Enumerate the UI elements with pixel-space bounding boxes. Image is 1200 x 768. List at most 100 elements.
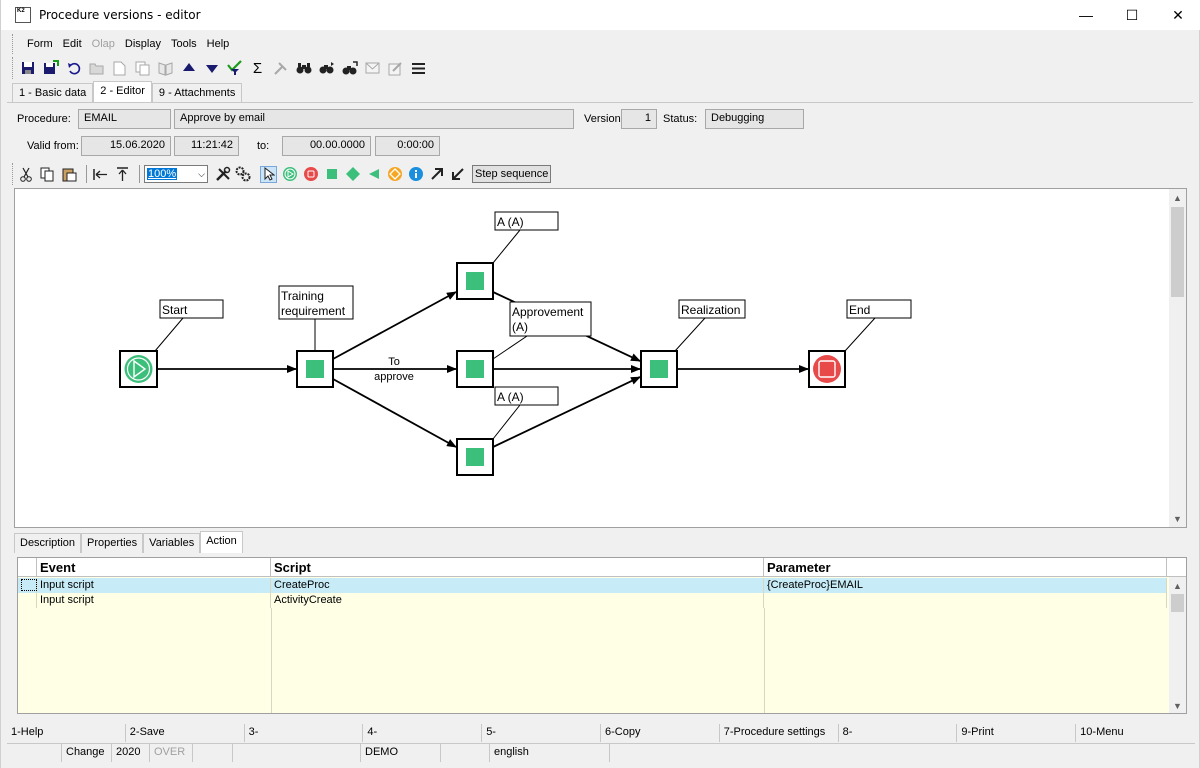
grid-scroll-down-icon[interactable]: ▼ xyxy=(1169,697,1186,713)
fkey-help[interactable]: 1-Help xyxy=(7,724,126,742)
a-bottom-callout[interactable]: A (A) xyxy=(494,386,559,406)
approvement-node[interactable] xyxy=(456,350,494,388)
tab-basic-data[interactable]: 1 - Basic data xyxy=(12,83,94,103)
align-top-icon[interactable] xyxy=(114,166,131,183)
row-event[interactable]: Input script xyxy=(37,578,271,593)
canvas-scrollbar[interactable]: ▲ ▼ xyxy=(1169,189,1186,527)
start-callout[interactable]: Start xyxy=(159,299,224,319)
table-row[interactable]: Input script CreateProc {CreateProc}EMAI… xyxy=(18,578,1167,593)
tab-action[interactable]: Action xyxy=(200,531,243,553)
decision-tool-icon[interactable] xyxy=(344,166,361,183)
save-close-icon[interactable] xyxy=(42,60,59,77)
start-node[interactable] xyxy=(119,350,158,388)
scroll-up-icon[interactable]: ▲ xyxy=(1169,189,1186,206)
a-bottom-node[interactable] xyxy=(456,438,494,476)
procedure-name-field[interactable]: Approve by email xyxy=(174,109,574,129)
fkey-5[interactable]: 5- xyxy=(482,724,601,742)
training-node[interactable] xyxy=(296,350,334,388)
copy-icon[interactable] xyxy=(39,166,56,183)
info-tool-icon[interactable] xyxy=(407,166,424,183)
menu-help[interactable]: Help xyxy=(207,38,230,50)
arrow-up-icon[interactable] xyxy=(180,60,197,77)
procedure-code-field[interactable]: EMAIL xyxy=(78,109,171,129)
binoculars-icon[interactable] xyxy=(295,60,312,77)
filter-check-icon[interactable] xyxy=(226,60,243,77)
realization-callout[interactable]: Realization xyxy=(678,299,746,319)
fkey-copy[interactable]: 6-Copy xyxy=(601,724,720,742)
end-node[interactable] xyxy=(808,350,846,388)
sum-icon[interactable]: Σ xyxy=(249,60,266,77)
title-bar: K2 Procedure versions - editor — ☐ ✕ xyxy=(1,0,1200,30)
row-event[interactable]: Input script xyxy=(37,593,271,608)
menu-lines-icon[interactable] xyxy=(410,60,427,77)
row-script[interactable]: ActivityCreate xyxy=(271,593,764,608)
tab-properties[interactable]: Properties xyxy=(81,533,144,553)
row-parameter[interactable]: {CreateProc}EMAIL xyxy=(764,578,1167,593)
a-top-node[interactable] xyxy=(456,262,494,300)
grid-scroll-thumb[interactable] xyxy=(1171,594,1184,612)
training-callout[interactable]: Training requirement xyxy=(278,285,354,320)
connector-in-icon[interactable] xyxy=(449,166,466,183)
fkey-procedure-settings[interactable]: 7-Procedure settings xyxy=(720,724,839,742)
gears-icon[interactable] xyxy=(235,166,252,183)
diagram-canvas[interactable]: To approve Start Training requirement A … xyxy=(14,188,1187,528)
close-button[interactable]: ✕ xyxy=(1155,0,1200,30)
fkey-save[interactable]: 2-Save xyxy=(126,724,245,742)
menu-form[interactable]: Form xyxy=(27,38,53,50)
zoom-select[interactable]: 100% ⌵ xyxy=(144,165,208,183)
version-field[interactable]: 1 xyxy=(621,109,657,129)
realization-node[interactable] xyxy=(640,350,678,388)
fkey-3[interactable]: 3- xyxy=(245,724,364,742)
binoculars-settings-icon[interactable] xyxy=(341,60,358,77)
fkey-print[interactable]: 9-Print xyxy=(957,724,1077,742)
menu-display[interactable]: Display xyxy=(125,38,161,50)
status-field[interactable]: Debugging xyxy=(705,109,804,129)
header-script[interactable]: Script xyxy=(271,558,764,577)
fkey-4[interactable]: 4- xyxy=(363,724,483,742)
pointer-tool-icon[interactable] xyxy=(260,165,277,183)
step-sequence-button[interactable]: Step sequence xyxy=(472,165,552,183)
end-node-tool-icon[interactable] xyxy=(302,166,319,183)
to-date-field[interactable]: 00.00.0000 xyxy=(282,136,371,156)
tab-variables[interactable]: Variables xyxy=(143,533,201,553)
save-icon[interactable] xyxy=(19,60,36,77)
valid-from-time-field[interactable]: 11:21:42 xyxy=(174,136,239,156)
tools-icon[interactable] xyxy=(214,166,231,183)
to-time-field[interactable]: 0:00:00 xyxy=(375,136,440,156)
menu-tools[interactable]: Tools xyxy=(171,38,197,50)
valid-from-date-field[interactable]: 15.06.2020 xyxy=(81,136,171,156)
align-left-icon[interactable] xyxy=(92,166,109,183)
menu-bar: Form Edit Olap Display Tools Help xyxy=(12,34,229,54)
activity-tool-icon[interactable] xyxy=(323,166,340,183)
binoculars-next-icon[interactable] xyxy=(318,60,335,77)
arrow-down-icon[interactable] xyxy=(203,60,220,77)
maximize-button[interactable]: ☐ xyxy=(1109,0,1155,30)
fkey-menu[interactable]: 10-Menu xyxy=(1076,724,1195,742)
table-row[interactable]: Input script ActivityCreate xyxy=(18,593,1167,608)
fkey-8[interactable]: 8- xyxy=(839,724,958,742)
connector-out-icon[interactable] xyxy=(428,166,445,183)
tab-attachments[interactable]: 9 - Attachments xyxy=(151,83,243,103)
header-event[interactable]: Event xyxy=(37,558,271,577)
grid-scrollbar[interactable]: ▲ ▼ xyxy=(1169,577,1186,713)
undo-icon[interactable] xyxy=(65,60,82,77)
edge-training-a-bottom[interactable] xyxy=(332,378,457,448)
start-node-tool-icon[interactable] xyxy=(281,166,298,183)
tab-editor[interactable]: 2 - Editor xyxy=(93,81,152,103)
row-parameter[interactable] xyxy=(764,593,1167,608)
approvement-callout[interactable]: Approvement (A) xyxy=(509,301,592,337)
menu-edit[interactable]: Edit xyxy=(63,38,82,50)
header-parameter[interactable]: Parameter xyxy=(764,558,1167,577)
grid-scroll-up-icon[interactable]: ▲ xyxy=(1169,577,1186,594)
cut-icon[interactable] xyxy=(17,166,34,183)
paste-icon[interactable] xyxy=(61,166,78,183)
a-top-callout[interactable]: A (A) xyxy=(494,211,559,231)
return-tool-icon[interactable] xyxy=(365,166,382,183)
scroll-down-icon[interactable]: ▼ xyxy=(1169,510,1186,527)
tab-description[interactable]: Description xyxy=(14,533,82,553)
row-script[interactable]: CreateProc xyxy=(271,578,764,593)
end-callout[interactable]: End xyxy=(846,299,912,319)
parallel-tool-icon[interactable] xyxy=(386,166,403,183)
canvas-scroll-thumb[interactable] xyxy=(1171,207,1184,297)
minimize-button[interactable]: — xyxy=(1063,0,1109,30)
